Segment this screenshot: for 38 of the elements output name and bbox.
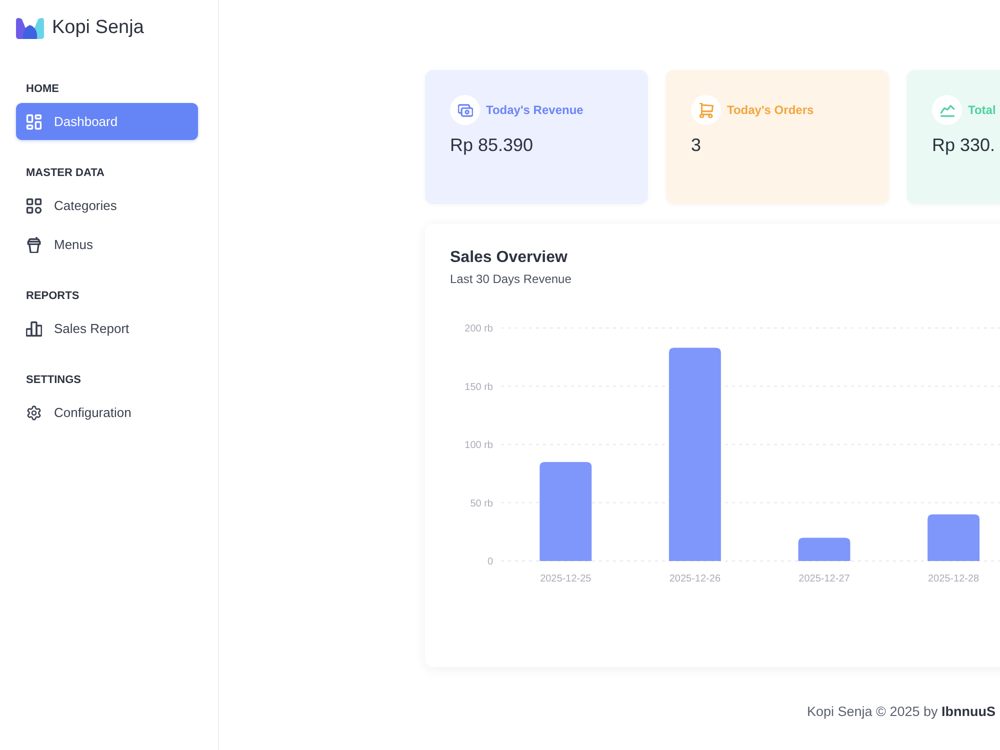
brand-name: Kopi Senja [52,16,144,40]
nav-item[interactable]: Sales Report [16,310,198,347]
axis-tick-label: 150 rb [464,382,493,393]
nav-section-label: REPORTS [26,289,80,304]
axis-tick-label: 0 [487,556,493,568]
chart-title: Sales Overview [450,248,568,268]
cash-icon [450,95,480,125]
nav-item[interactable]: Menus [16,226,198,263]
nav-section-label: HOME [26,82,59,97]
chart-bar [798,538,850,561]
line-chart-icon [932,95,962,125]
stat-label: Today's Revenue [486,103,584,117]
chart-subtitle: Last 30 Days Revenue [450,271,572,287]
axis-category-label: 2025-12-27 [798,574,850,584]
nav-item[interactable]: Configuration [16,394,198,431]
logo-icon [16,17,44,39]
axis-tick-label: 100 rb [464,440,493,451]
stat-value: Rp 85.390 [450,134,534,157]
settings-icon [26,404,42,420]
axis-tick-label: 200 rb [464,324,493,334]
bar-chart-icon [26,320,42,336]
axis-category-label: 2025-12-25 [540,574,592,584]
axis-category-label: 2025-12-26 [669,574,721,584]
stat-label: Today's Orders [727,103,814,117]
axis-category-label: 2025-12-28 [928,574,980,584]
stat-label: Total [968,103,996,117]
cup-icon [26,236,42,252]
axis-tick-label: 50 rb [470,498,493,510]
stat-value: 3 [691,134,702,157]
cart-icon [691,95,721,125]
chart-bar [928,514,980,561]
stat-value: Rp 330. [932,134,996,157]
nav-section-label: SETTINGS [26,373,82,388]
grid-icon [26,198,42,214]
nav-item[interactable]: Categories [16,187,198,224]
nav-section-label: MASTER DATA [26,166,104,181]
footer-text: Kopi Senja © 2025 by IbnnuuS [807,703,996,721]
dashboard-icon [26,114,42,130]
